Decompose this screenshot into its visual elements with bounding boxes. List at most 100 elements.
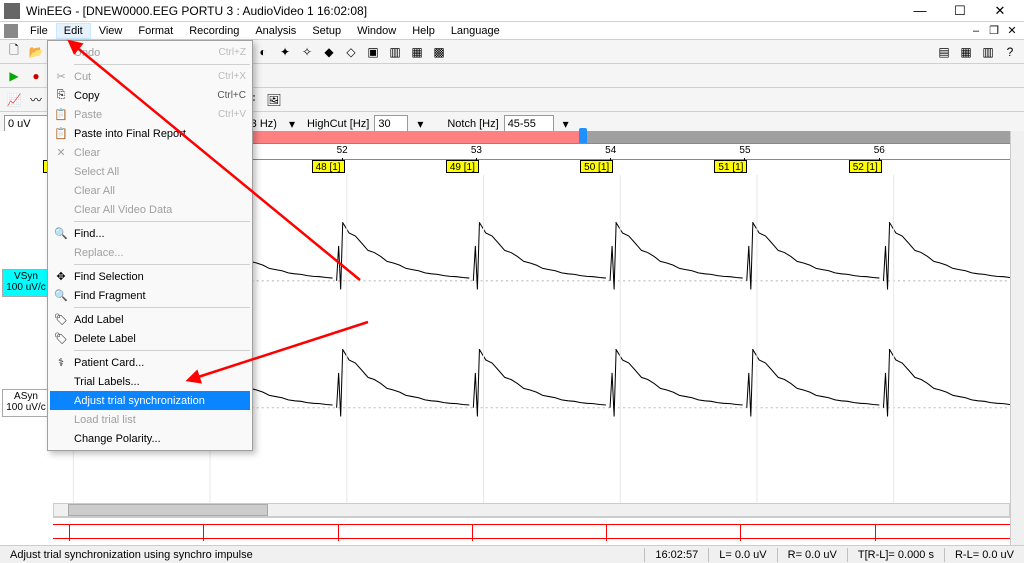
map-icon[interactable]: ◐ — [253, 42, 273, 62]
menu-language[interactable]: Language — [443, 23, 508, 39]
window-cascade-button[interactable]: ▦ — [956, 42, 976, 62]
new-button[interactable]: 🗋 — [4, 42, 24, 62]
menu-item-label: Cut — [74, 71, 218, 83]
menu-item-shortcut: Ctrl+X — [218, 71, 246, 82]
menu-setup[interactable]: Setup — [304, 23, 349, 39]
menu-item-icon — [52, 45, 70, 61]
mdi-close-button[interactable]: ✕ — [1004, 24, 1020, 38]
menu-item-label: Clear All — [74, 185, 246, 197]
chart-button[interactable]: 📈 — [4, 90, 24, 110]
menu-item-icon: ✕ — [52, 145, 70, 161]
menu-item-label: Select All — [74, 166, 246, 178]
status-l: L= 0.0 uV — [709, 546, 776, 563]
misc-button-2[interactable]: ✧ — [297, 42, 317, 62]
menu-item-paste-into-final-report[interactable]: 📋Paste into Final Report — [50, 124, 250, 143]
channel-label-asyn[interactable]: ASyn100 uV/c — [2, 389, 50, 417]
noise-button[interactable]: 〰 — [26, 90, 46, 110]
misc-button-6[interactable]: ▥ — [385, 42, 405, 62]
menu-item-icon: 🔍 — [52, 288, 70, 304]
notch-input[interactable] — [504, 115, 554, 133]
menu-item-adjust-trial-synchronization[interactable]: Adjust trial synchronization — [50, 391, 250, 410]
image-button[interactable]: 🖼 — [264, 90, 284, 110]
menu-item-change-polarity[interactable]: Change Polarity... — [50, 429, 250, 448]
menu-item-load-trial-list: Load trial list — [50, 410, 250, 429]
menu-item-label: Paste into Final Report — [74, 128, 246, 140]
help-button[interactable]: ? — [1000, 42, 1020, 62]
menu-item-label: Trial Labels... — [74, 376, 246, 388]
menu-item-label: Patient Card... — [74, 357, 246, 369]
h-scroll-thumb[interactable] — [68, 504, 268, 516]
menu-item-undo: UndoCtrl+Z — [50, 43, 250, 62]
menu-item-find-selection[interactable]: ✥Find Selection — [50, 267, 250, 286]
trial-marker[interactable]: 49 [1] — [446, 160, 479, 173]
window-split-button[interactable]: ▥ — [978, 42, 998, 62]
menu-item-copy[interactable]: ⎘CopyCtrl+C — [50, 86, 250, 105]
window-tile-button[interactable]: ▤ — [934, 42, 954, 62]
menu-item-add-label[interactable]: 🏷Add Label — [50, 310, 250, 329]
misc-button-8[interactable]: ▩ — [429, 42, 449, 62]
trial-marker[interactable]: 50 [1] — [580, 160, 613, 173]
misc-button-7[interactable]: ▦ — [407, 42, 427, 62]
status-time: 16:02:57 — [645, 546, 708, 563]
menu-item-label: Adjust trial synchronization — [74, 395, 246, 407]
menu-item-label: Copy — [74, 90, 217, 102]
menu-item-icon: ✥ — [52, 269, 70, 285]
highcut-input[interactable] — [374, 115, 408, 133]
play-button[interactable]: ▶ — [4, 66, 24, 86]
menu-item-paste: 📋PasteCtrl+V — [50, 105, 250, 124]
menu-file[interactable]: File — [22, 23, 56, 39]
menu-item-icon — [52, 202, 70, 218]
menu-item-select-all: Select All — [50, 162, 250, 181]
menu-item-icon: 🔍 — [52, 226, 70, 242]
menu-item-label: Add Label — [74, 314, 246, 326]
time-tick: 52 — [337, 145, 348, 156]
edit-menu-dropdown: UndoCtrl+Z ✂ CutCtrl+X ⎘CopyCtrl+C📋PasteCtr… — [47, 40, 253, 451]
overview-handle[interactable] — [579, 128, 587, 144]
menu-item-delete-label[interactable]: 🏷Delete Label — [50, 329, 250, 348]
trial-marker[interactable]: 52 [1] — [849, 160, 882, 173]
menu-item-icon: 🏷 — [52, 331, 70, 347]
notch-label: Notch [Hz] — [444, 118, 501, 130]
menu-item-label: Load trial list — [74, 414, 246, 426]
record-button[interactable]: ● — [26, 66, 46, 86]
menu-item-icon — [52, 245, 70, 261]
trial-marker[interactable]: 51 [1] — [714, 160, 747, 173]
minimize-button[interactable]: — — [900, 1, 940, 21]
open-button[interactable]: 📂 — [26, 42, 46, 62]
menu-item-icon: ✂ — [52, 69, 70, 85]
menu-item-label: Undo — [74, 47, 219, 59]
status-hint: Adjust trial synchronization using synch… — [0, 546, 644, 563]
misc-button-1[interactable]: ✦ — [275, 42, 295, 62]
menu-item-find[interactable]: 🔍Find... — [50, 224, 250, 243]
status-r: R= 0.0 uV — [778, 546, 847, 563]
menu-item-trial-labels[interactable]: Trial Labels... — [50, 372, 250, 391]
mdi-restore-button[interactable]: ❐ — [986, 24, 1002, 38]
menu-edit[interactable]: Edit — [56, 23, 91, 39]
menu-item-label: Paste — [74, 109, 218, 121]
menu-item-patient-card[interactable]: ⚕Patient Card... — [50, 353, 250, 372]
menu-item-clear-all-video-data: Clear All Video Data — [50, 200, 250, 219]
menu-format[interactable]: Format — [130, 23, 181, 39]
channel-labels: VSyn100 uV/c ASyn100 uV/c — [0, 131, 53, 545]
menu-item-icon — [52, 374, 70, 390]
misc-button-3[interactable]: ◆ — [319, 42, 339, 62]
h-scrollbar[interactable] — [53, 503, 1010, 517]
menu-item-find-fragment[interactable]: 🔍 Find Fragment — [50, 286, 250, 305]
menu-view[interactable]: View — [91, 23, 131, 39]
trial-marker[interactable]: 48 [1] — [312, 160, 345, 173]
v-scrollbar[interactable] — [1010, 131, 1024, 545]
menu-window[interactable]: Window — [349, 23, 404, 39]
menu-help[interactable]: Help — [404, 23, 443, 39]
maximize-button[interactable]: ☐ — [940, 1, 980, 21]
menu-item-label: Find Fragment — [74, 290, 246, 302]
misc-button-4[interactable]: ◇ — [341, 42, 361, 62]
menu-item-shortcut: Ctrl+V — [218, 109, 246, 120]
menu-analysis[interactable]: Analysis — [247, 23, 304, 39]
mdi-minimize-button[interactable]: – — [968, 24, 984, 38]
time-tick: 55 — [739, 145, 750, 156]
channel-label-vsyn[interactable]: VSyn100 uV/c — [2, 269, 50, 297]
close-button[interactable]: ✕ — [980, 1, 1020, 21]
menu-recording[interactable]: Recording — [181, 23, 247, 39]
misc-button-5[interactable]: ▣ — [363, 42, 383, 62]
menu-item-icon — [52, 183, 70, 199]
